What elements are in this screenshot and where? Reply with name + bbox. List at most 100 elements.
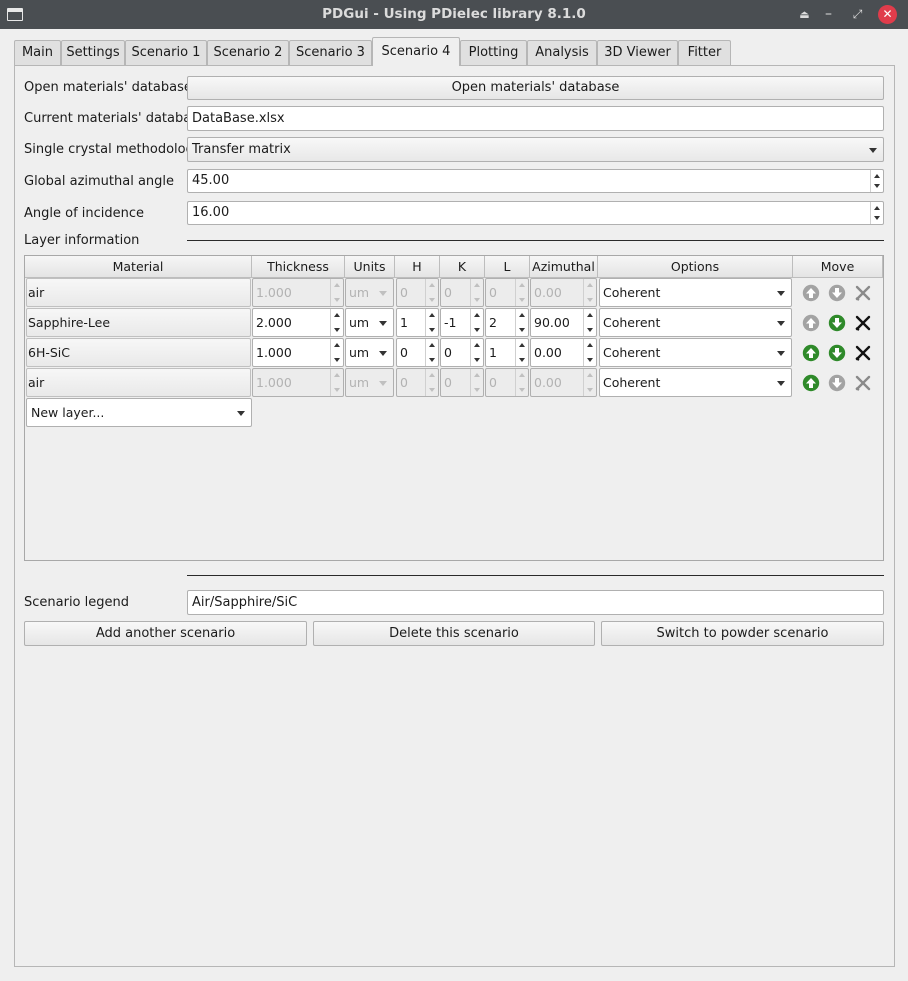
material-cell-text: air xyxy=(28,285,45,300)
column-header-thickness[interactable]: Thickness xyxy=(252,256,345,278)
methodology-select[interactable]: Transfer matrix xyxy=(187,137,884,162)
column-header-units[interactable]: Units xyxy=(345,256,395,278)
close-window-icon[interactable]: ✕ xyxy=(878,5,897,24)
h-spinbox[interactable]: 0 xyxy=(396,338,439,367)
new-layer-select[interactable]: New layer... xyxy=(26,398,252,427)
h-spinbox: 0 xyxy=(396,278,439,307)
tab-fitter[interactable]: Fitter xyxy=(678,40,731,65)
l-spinbox[interactable]: 2 xyxy=(485,308,529,337)
spin-arrows-icon[interactable] xyxy=(583,339,596,366)
azimuthal-spinbox-text: 0.00 xyxy=(534,285,562,300)
units-select-text: um xyxy=(349,375,370,390)
l-spinbox: 0 xyxy=(485,368,529,397)
tab-main[interactable]: Main xyxy=(14,40,61,65)
spin-arrows-icon xyxy=(470,369,483,396)
spin-arrows-icon xyxy=(425,279,438,306)
thickness-spinbox[interactable]: 2.000 xyxy=(252,308,344,337)
k-spinbox-text: 0 xyxy=(444,375,452,390)
units-select-text: um xyxy=(349,285,370,300)
spin-arrows-icon[interactable] xyxy=(470,309,483,336)
azimuthal-spinbox[interactable]: 0.00 xyxy=(530,338,597,367)
spin-arrows-icon[interactable] xyxy=(425,339,438,366)
keep-above-icon[interactable]: ⏏ xyxy=(795,5,814,24)
delete-scenario-button[interactable]: Delete this scenario xyxy=(313,621,595,646)
spin-arrows-icon[interactable] xyxy=(515,339,528,366)
legend-input[interactable]: Air/Sapphire/SiC xyxy=(187,590,884,615)
spin-arrows-icon[interactable] xyxy=(330,339,343,366)
tab-scenario-1[interactable]: Scenario 1 xyxy=(125,40,207,65)
options-select[interactable]: Coherent xyxy=(599,338,792,367)
minimize-icon[interactable]: – xyxy=(819,5,838,24)
thickness-spinbox[interactable]: 1.000 xyxy=(252,338,344,367)
open-db-button[interactable]: Open materials' database xyxy=(187,76,884,100)
tab-3d-viewer[interactable]: 3D Viewer xyxy=(597,40,678,65)
thickness-spinbox-text: 2.000 xyxy=(256,315,292,330)
delete-layer-icon[interactable] xyxy=(854,284,872,302)
k-spinbox[interactable]: -1 xyxy=(440,308,484,337)
column-header-move[interactable]: Move xyxy=(793,256,883,278)
spin-arrows-icon[interactable] xyxy=(870,170,883,192)
tab-scenario-2[interactable]: Scenario 2 xyxy=(207,40,289,65)
azimuthal-spinbox-text: 90.00 xyxy=(534,315,570,330)
units-select[interactable]: um xyxy=(345,308,394,337)
maximize-icon[interactable]: ⤢ xyxy=(848,5,867,24)
delete-layer-icon[interactable] xyxy=(854,344,872,362)
options-select[interactable]: Coherent xyxy=(599,278,792,307)
move-down-icon[interactable] xyxy=(828,284,846,302)
spin-arrows-icon[interactable] xyxy=(330,309,343,336)
material-cell-text: 6H-SiC xyxy=(28,345,70,360)
k-spinbox: 0 xyxy=(440,368,484,397)
delete-layer-icon[interactable] xyxy=(854,314,872,332)
material-cell[interactable]: air xyxy=(26,278,251,307)
h-spinbox: 0 xyxy=(396,368,439,397)
spin-arrows-icon[interactable] xyxy=(870,202,883,224)
material-cell[interactable]: Sapphire-Lee xyxy=(26,308,251,337)
units-select-text: um xyxy=(349,315,370,330)
spin-arrows-icon[interactable] xyxy=(583,309,596,336)
column-header-h[interactable]: H xyxy=(395,256,440,278)
material-cell[interactable]: air xyxy=(26,368,251,397)
h-spinbox[interactable]: 1 xyxy=(396,308,439,337)
column-header-k[interactable]: K xyxy=(440,256,485,278)
title-bar: PDGui - Using PDielec library 8.1.0 ⏏ – … xyxy=(0,0,908,29)
switch-powder-button[interactable]: Switch to powder scenario xyxy=(601,621,884,646)
options-select[interactable]: Coherent xyxy=(599,308,792,337)
move-down-icon[interactable] xyxy=(828,374,846,392)
tab-scenario-4[interactable]: Scenario 4 xyxy=(372,37,460,66)
tab-plotting[interactable]: Plotting xyxy=(460,40,527,65)
spin-arrows-icon xyxy=(583,369,596,396)
column-header-l[interactable]: L xyxy=(485,256,530,278)
k-spinbox-text: 0 xyxy=(444,345,452,360)
l-spinbox-text: 2 xyxy=(489,315,497,330)
units-select[interactable]: um xyxy=(345,338,394,367)
move-up-icon[interactable] xyxy=(802,344,820,362)
delete-layer-icon[interactable] xyxy=(854,374,872,392)
spin-arrows-icon[interactable] xyxy=(425,309,438,336)
column-header-options[interactable]: Options xyxy=(598,256,793,278)
current-db-field[interactable]: DataBase.xlsx xyxy=(187,106,884,131)
move-up-icon[interactable] xyxy=(802,374,820,392)
options-select-text: Coherent xyxy=(603,285,661,300)
column-header-azimuthal[interactable]: Azimuthal xyxy=(530,256,598,278)
spin-arrows-icon[interactable] xyxy=(470,339,483,366)
k-spinbox[interactable]: 0 xyxy=(440,338,484,367)
tab-scenario-3[interactable]: Scenario 3 xyxy=(289,40,372,65)
move-up-icon[interactable] xyxy=(802,314,820,332)
azimuthal-spinbox[interactable]: 45.00 xyxy=(187,169,884,193)
spin-arrows-icon[interactable] xyxy=(515,309,528,336)
azimuthal-spinbox[interactable]: 90.00 xyxy=(530,308,597,337)
move-up-icon[interactable] xyxy=(802,284,820,302)
column-header-material[interactable]: Material xyxy=(25,256,252,278)
layer-table: Material Thickness Units H K L Azimuthal Option… xyxy=(24,255,884,561)
l-spinbox: 0 xyxy=(485,278,529,307)
incidence-spinbox[interactable]: 16.00 xyxy=(187,201,884,225)
options-select[interactable]: Coherent xyxy=(599,368,792,397)
tab-settings[interactable]: Settings xyxy=(61,40,125,65)
l-spinbox[interactable]: 1 xyxy=(485,338,529,367)
move-down-icon[interactable] xyxy=(828,314,846,332)
tab-analysis[interactable]: Analysis xyxy=(527,40,597,65)
material-cell[interactable]: 6H-SiC xyxy=(26,338,251,367)
options-select-text: Coherent xyxy=(603,375,661,390)
add-scenario-button[interactable]: Add another scenario xyxy=(24,621,307,646)
move-down-icon[interactable] xyxy=(828,344,846,362)
